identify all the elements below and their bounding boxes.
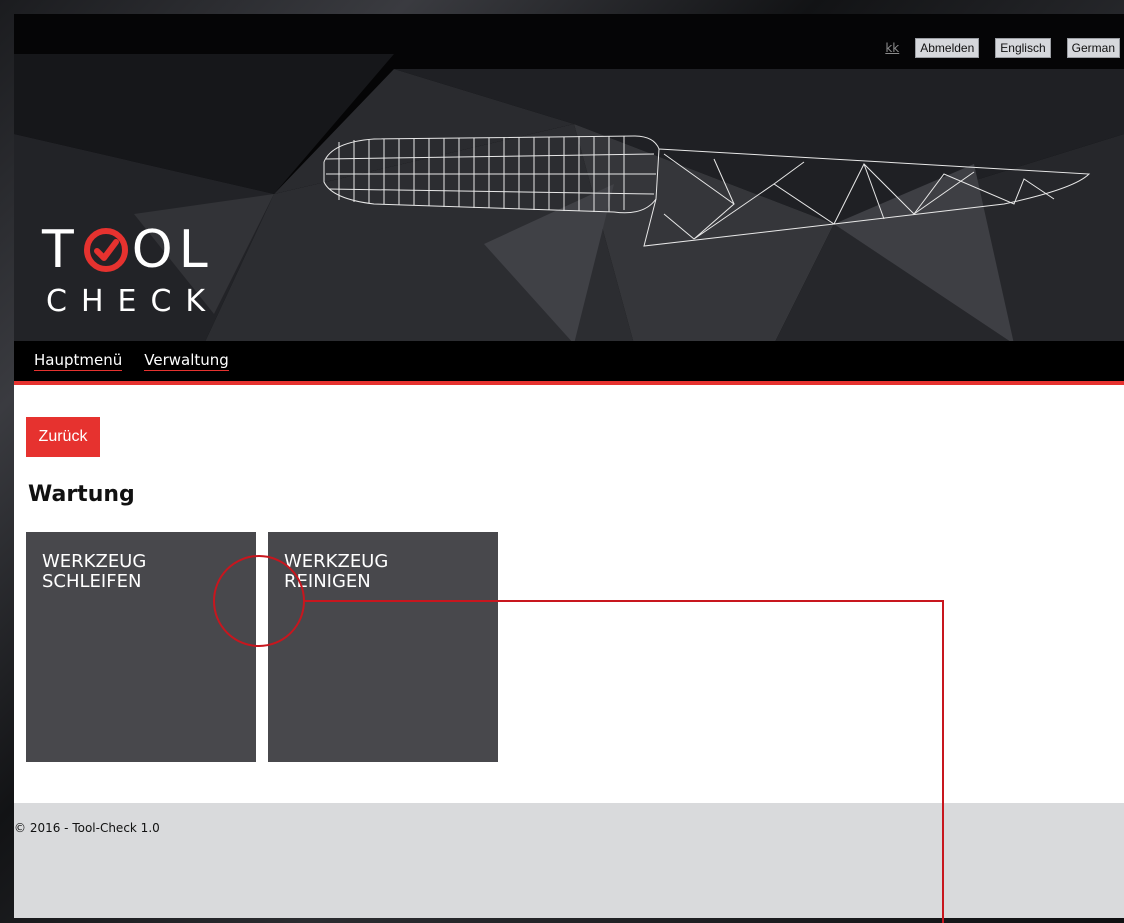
back-button[interactable]: Zurück — [26, 417, 100, 457]
header-banner: kk Abmelden Englisch German T OL CHECK H… — [14, 14, 1124, 385]
german-language-button[interactable]: German — [1066, 38, 1120, 58]
page-title: Wartung — [28, 482, 135, 507]
logo-text-check: CHECK — [46, 284, 220, 319]
check-circle-icon — [83, 228, 128, 272]
logout-button[interactable]: Abmelden — [915, 38, 980, 58]
main-nav: Hauptmenü Verwaltung — [14, 341, 1124, 381]
polygon-background — [14, 54, 1124, 344]
tool-check-logo: T OL CHECK — [42, 224, 219, 319]
top-bar: kk Abmelden Englisch German — [885, 38, 1120, 58]
tile-label-line2: REINIGEN — [284, 571, 371, 592]
logo-text-ol: OL — [131, 220, 214, 280]
tile-label-line2: SCHLEIFEN — [42, 571, 142, 592]
user-link[interactable]: kk — [885, 41, 899, 55]
tile-werkzeug-schleifen[interactable]: WERKZEUG SCHLEIFEN — [26, 532, 256, 762]
logo-text-t: T — [42, 220, 80, 280]
copyright-text: © 2016 - Tool-Check 1.0 — [14, 821, 160, 835]
tile-werkzeug-reinigen[interactable]: WERKZEUG REINIGEN — [268, 532, 498, 762]
footer: © 2016 - Tool-Check 1.0 — [14, 803, 1124, 918]
header-accent-line — [14, 381, 1124, 385]
tile-label-line1: WERKZEUG — [42, 551, 147, 572]
english-language-button[interactable]: Englisch — [995, 38, 1051, 58]
nav-item-verwaltung[interactable]: Verwaltung — [144, 351, 229, 371]
browser-page: kk Abmelden Englisch German T OL CHECK H… — [14, 14, 1124, 918]
nav-item-hauptmenue[interactable]: Hauptmenü — [34, 351, 123, 371]
tile-label-line1: WERKZEUG — [284, 551, 389, 572]
